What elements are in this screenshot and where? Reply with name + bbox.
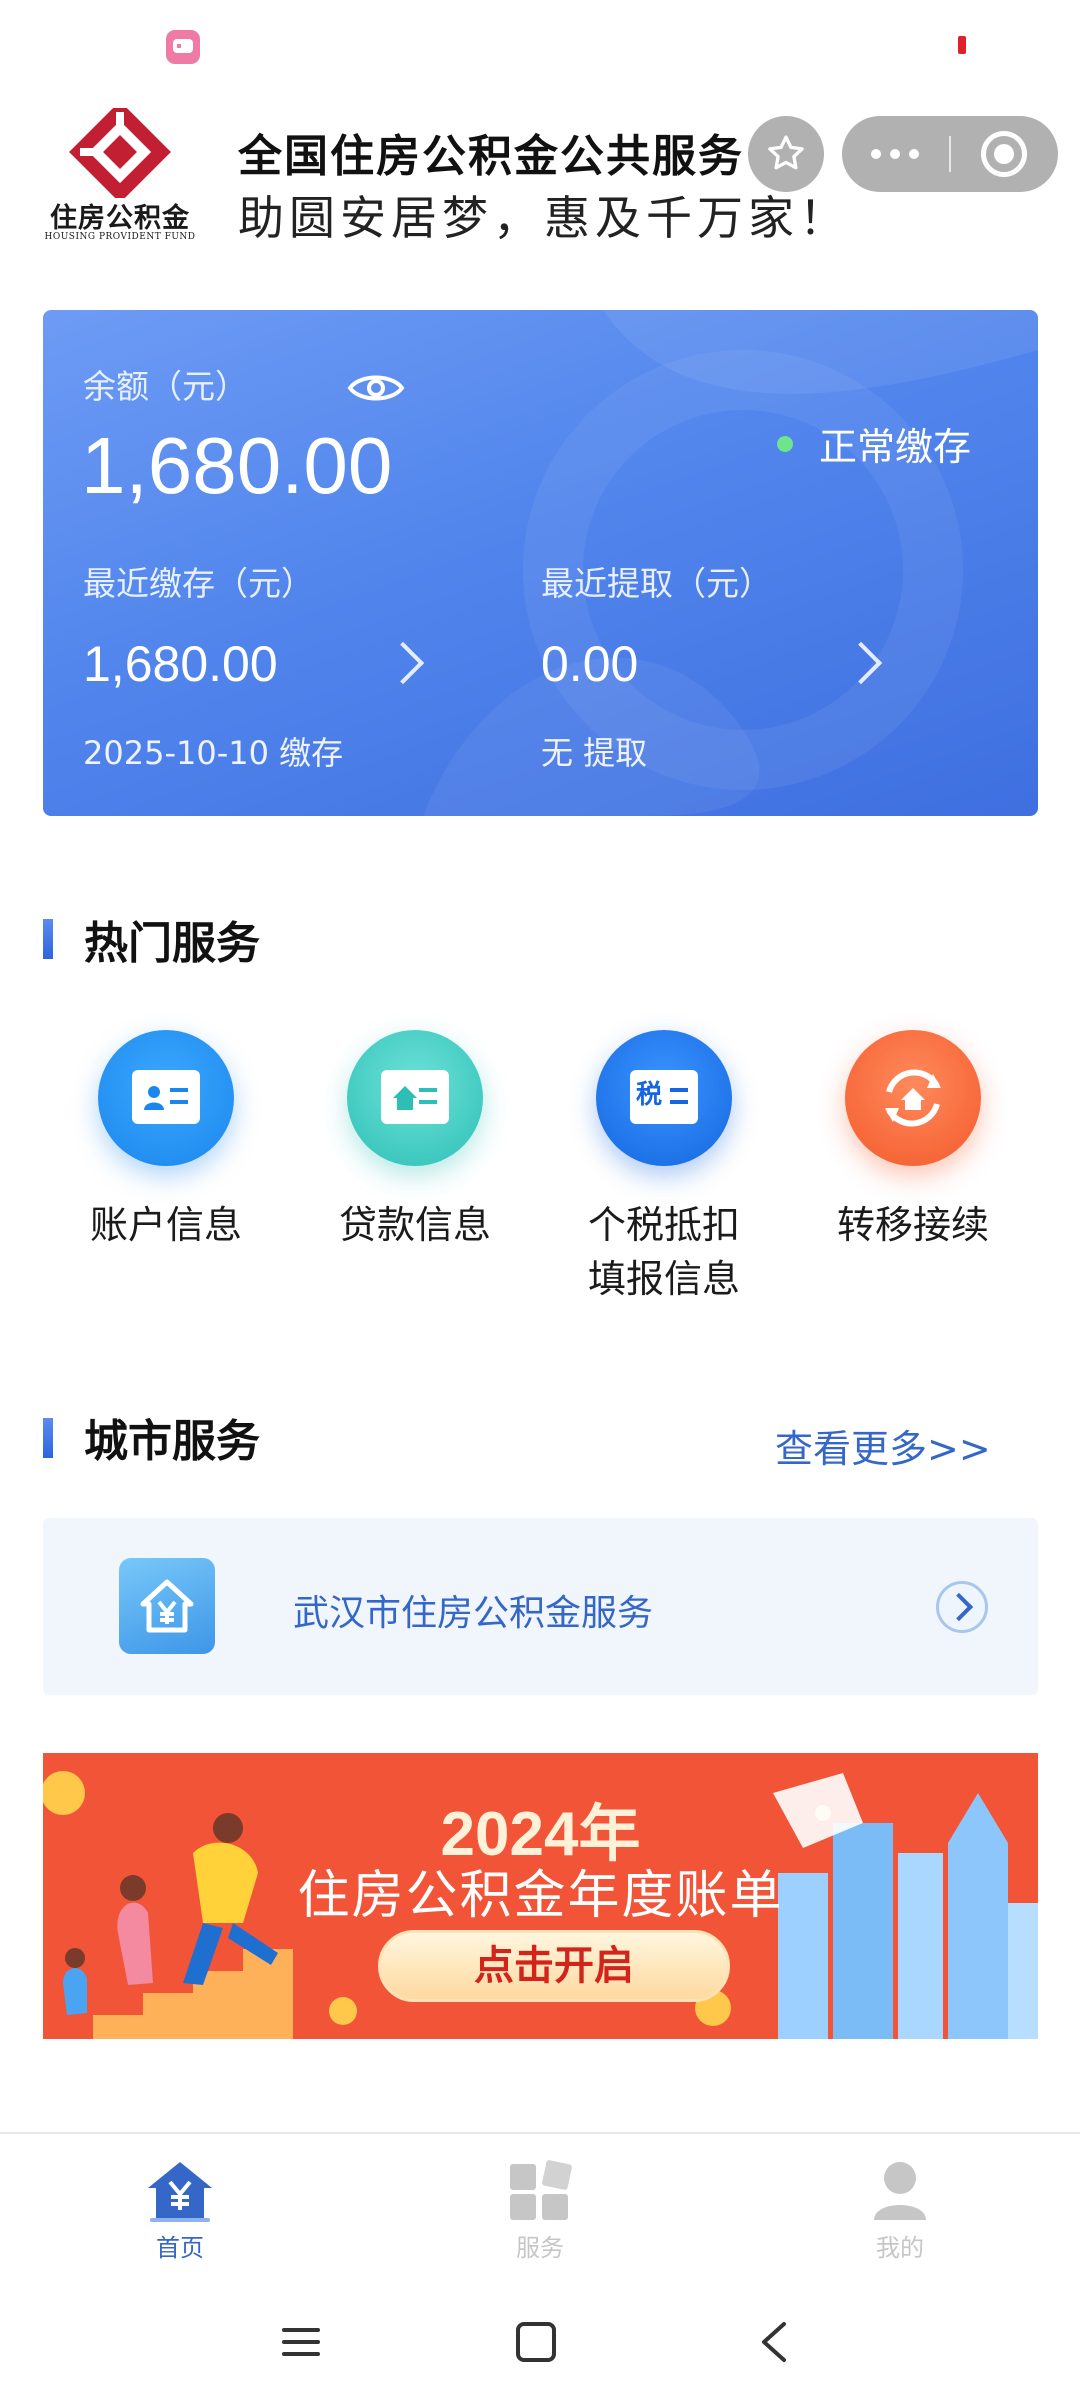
account-card-icon [98, 1030, 234, 1166]
loan-house-card-icon [347, 1030, 483, 1166]
balance-value: 1,680.00 [81, 421, 393, 510]
menu-icon[interactable] [282, 2328, 320, 2356]
section-accent-bar [43, 919, 53, 959]
tab-label: 我的 [876, 2234, 924, 2262]
service-label: 个税抵扣 填报信息 [587, 1203, 740, 1301]
mini-program-capsule [842, 116, 1058, 192]
recent-withdraw-info: 无 提取 [541, 734, 648, 772]
recent-deposit-value: 1,680.00 [83, 636, 278, 692]
favorite-button[interactable] [748, 116, 824, 192]
recent-deposit-date: 2025-10-10 缴存 [83, 734, 344, 772]
system-navigation-bar [0, 2282, 1080, 2401]
service-label: 转移接续 [836, 1203, 989, 1247]
tab-label: 服务 [516, 2234, 564, 2262]
section-accent-bar [43, 1418, 53, 1458]
city-services-title: 城市服务 [84, 1416, 260, 1467]
header: 住房公积金 HOUSING PROVIDENT FUND 全国住房公积金公共服务… [0, 100, 1080, 260]
services-grid-icon [500, 2156, 580, 2224]
notification-app-icon [166, 30, 200, 64]
tab-profile[interactable]: 我的 [800, 2156, 1000, 2263]
logo-text: 住房公积金 [50, 203, 190, 234]
bottom-tab-bar: 首页 服务 我的 [0, 2132, 1080, 2282]
eye-icon [347, 375, 405, 401]
status-bar [0, 0, 1080, 90]
deposit-status: 正常缴存 [819, 425, 972, 469]
yuan-house-icon [119, 1558, 215, 1654]
transfer-house-icon [845, 1030, 981, 1166]
profile-icon [860, 2156, 940, 2224]
logo-subtext: HOUSING PROVIDENT FUND [44, 232, 196, 242]
tab-services[interactable]: 服务 [440, 2156, 640, 2263]
open-bill-button[interactable]: 点击开启 [378, 1930, 730, 2002]
recent-withdraw-value: 0.00 [541, 636, 639, 692]
recent-deposit-label: 最近缴存（元） [83, 564, 314, 603]
chevron-circle-right-icon[interactable] [936, 1581, 988, 1633]
housing-fund-logo: 住房公积金 HOUSING PROVIDENT FUND [40, 101, 200, 242]
service-label: 账户信息 [89, 1203, 242, 1247]
more-button[interactable] [842, 116, 948, 192]
toggle-visibility-button[interactable] [346, 368, 406, 412]
back-icon[interactable] [762, 2322, 786, 2362]
hot-services-title: 热门服务 [84, 918, 260, 969]
recording-indicator-icon [958, 36, 966, 54]
more-dots-icon [871, 149, 881, 159]
tax-card-icon: 税 [596, 1030, 732, 1166]
capsule-divider [949, 136, 951, 172]
home-yuan-icon [140, 2156, 220, 2224]
banner-title: 住房公积金年度账单 [297, 1866, 784, 1926]
service-label: 贷款信息 [338, 1203, 491, 1247]
balance-card: 余额（元） 1,680.00 正常缴存 最近缴存（元） 1,680.00 202… [43, 310, 1038, 816]
recent-withdraw-label: 最近提取（元） [541, 564, 772, 603]
page-title: 全国住房公积金公共服务 [238, 131, 744, 182]
close-mini-program-button[interactable] [981, 131, 1027, 177]
page-slogan: 助圆安居梦，惠及千万家！ [238, 191, 850, 245]
city-service-item[interactable]: 武汉市住房公积金服务 [43, 1518, 1038, 1695]
home-square-icon[interactable] [516, 2322, 556, 2362]
city-service-label: 武汉市住房公积金服务 [293, 1593, 654, 1634]
view-more-link[interactable]: 查看更多>> [775, 1418, 991, 1473]
annual-bill-banner[interactable]: 2024年 住房公积金年度账单 点击开启 [43, 1753, 1038, 2039]
star-icon [768, 135, 804, 170]
balance-label: 余额（元） [83, 367, 248, 406]
page: 住房公积金 HOUSING PROVIDENT FUND 全国住房公积金公共服务… [0, 0, 1080, 2401]
tab-home[interactable]: 首页 [80, 2156, 280, 2263]
status-dot [777, 436, 793, 452]
tab-label: 首页 [156, 2234, 204, 2262]
logo-emblem-icon [69, 101, 171, 203]
